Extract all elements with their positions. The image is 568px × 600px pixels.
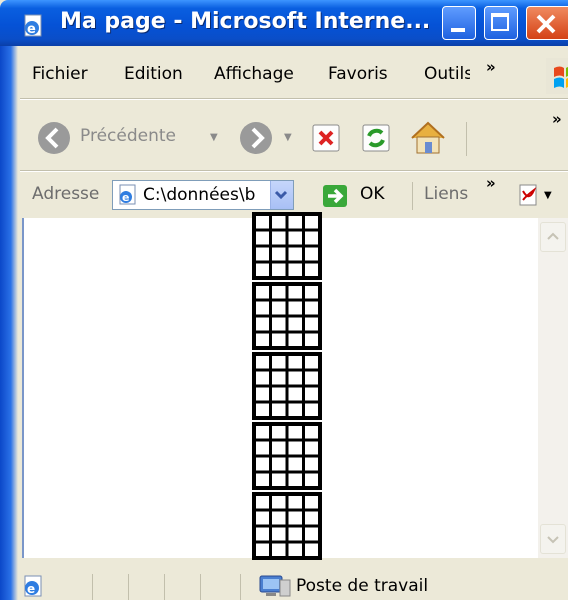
toolbar-separator: [412, 182, 413, 210]
stop-icon[interactable]: [310, 122, 342, 154]
status-separator: [164, 574, 165, 600]
chevron-down-icon: [274, 190, 288, 200]
grid-image: [252, 352, 322, 420]
divider: [20, 99, 568, 100]
forward-dropdown-icon[interactable]: ▼: [284, 132, 292, 143]
grid-image: [252, 212, 322, 280]
address-dropdown-button[interactable]: [270, 181, 293, 209]
ie-page-icon: e: [119, 184, 136, 205]
menu-fichier[interactable]: Fichier: [32, 64, 88, 84]
back-arrow-icon[interactable]: [36, 120, 72, 156]
svg-text:e: e: [27, 22, 36, 37]
close-button[interactable]: [526, 6, 568, 40]
window-frame-left: [0, 46, 18, 600]
windows-flag-icon: [554, 66, 568, 88]
grid-image: [252, 492, 322, 560]
status-separator: [200, 574, 201, 600]
maximize-button[interactable]: [484, 6, 518, 40]
links-label[interactable]: Liens: [424, 184, 468, 204]
browser-window: e Ma page - Microsoft Interne... Fichier…: [0, 0, 568, 600]
status-separator: [92, 574, 93, 600]
scroll-up-button[interactable]: [540, 222, 566, 252]
chevron-down-icon: [547, 536, 559, 544]
svg-text:e: e: [27, 582, 35, 596]
ie-page-icon: e: [24, 14, 42, 37]
address-label: Adresse: [32, 184, 100, 204]
menu-bar: Fichier Edition Affichage Favoris Outils…: [20, 58, 568, 94]
windows-logo: [546, 58, 568, 94]
toolbar-overflow-chevron[interactable]: »: [552, 110, 562, 128]
grid-image: [252, 282, 322, 350]
address-bar: Adresse e C:\données\b OK Liens » ▼: [20, 174, 568, 216]
forward-arrow-icon[interactable]: [238, 120, 274, 156]
menu-outils[interactable]: Outils: [424, 64, 470, 84]
status-separator: [128, 574, 129, 600]
address-value: C:\données\b: [143, 185, 256, 205]
standard-toolbar: Précédente ▼ ▼ »: [20, 110, 568, 166]
window-title: Ma page - Microsoft Interne...: [60, 9, 431, 34]
status-separator: [240, 574, 241, 600]
back-dropdown-icon[interactable]: ▼: [210, 132, 218, 143]
chevron-up-icon: [547, 232, 559, 240]
page-content: [22, 212, 540, 560]
status-bar: e Poste de travail: [18, 570, 568, 600]
divider: [20, 171, 568, 172]
links-overflow-chevron[interactable]: »: [486, 174, 496, 192]
my-computer-icon: [259, 575, 291, 597]
pdf-icon[interactable]: [516, 182, 542, 208]
grid-image: [252, 422, 322, 490]
pdf-dropdown-icon[interactable]: ▼: [544, 190, 552, 201]
menu-edition[interactable]: Edition: [124, 64, 183, 84]
security-zone-text: Poste de travail: [296, 576, 429, 596]
close-icon: [536, 14, 556, 34]
menu-favoris[interactable]: Favoris: [328, 64, 388, 84]
toolbar-separator: [466, 122, 467, 156]
go-button-label[interactable]: OK: [360, 184, 385, 204]
vertical-scrollbar[interactable]: [538, 218, 568, 558]
title-bar[interactable]: e Ma page - Microsoft Interne...: [0, 0, 568, 46]
scroll-down-button[interactable]: [540, 524, 566, 554]
refresh-icon[interactable]: [360, 122, 392, 154]
address-input[interactable]: e C:\données\b: [112, 180, 294, 210]
go-arrow-icon[interactable]: [320, 182, 350, 210]
ie-page-icon: e: [24, 575, 42, 597]
svg-text:e: e: [122, 191, 129, 204]
menu-affichage[interactable]: Affichage: [214, 64, 294, 84]
home-icon[interactable]: [408, 118, 448, 156]
minimize-button[interactable]: [442, 6, 476, 40]
back-button-label[interactable]: Précédente: [80, 126, 176, 146]
menu-overflow-chevron[interactable]: »: [486, 58, 496, 76]
